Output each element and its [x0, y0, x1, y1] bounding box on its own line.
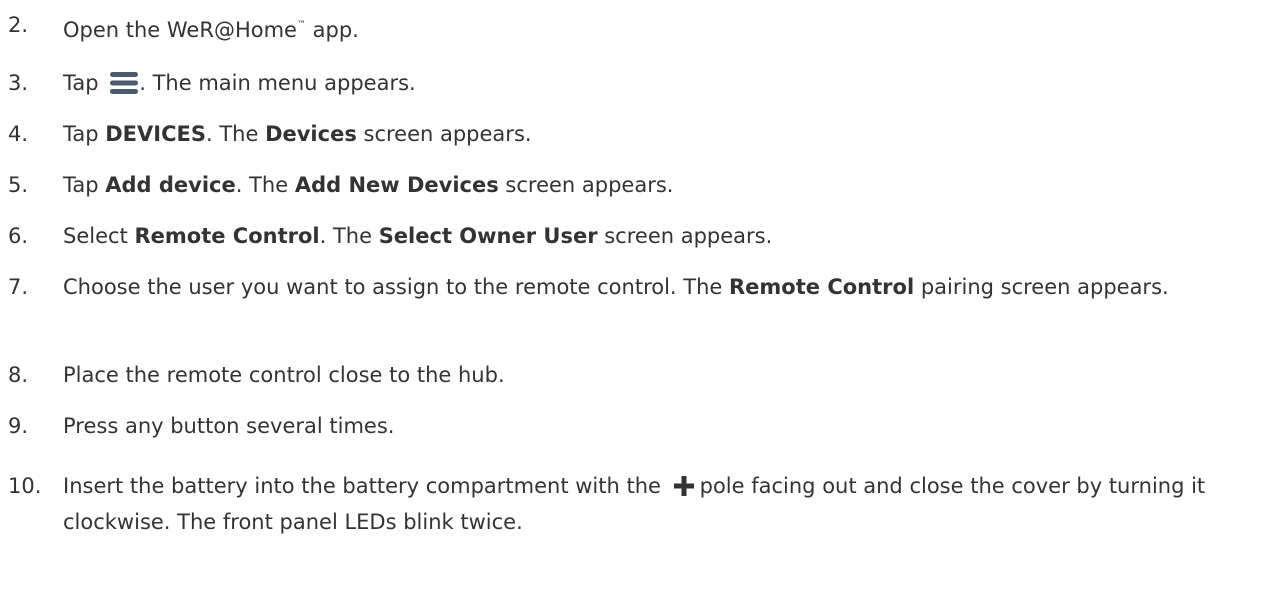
step-number: 6. [8, 224, 29, 248]
step-text: Tap Add device. The Add New Devices scre… [63, 173, 674, 197]
step-text: Press any button several times. [63, 414, 395, 438]
trademark-symbol: ™ [296, 20, 306, 30]
step-text: Open the WeR@Home™ app. [63, 18, 359, 42]
step-text: Choose the user you want to assign to th… [63, 275, 1169, 299]
step-number: 5. [8, 173, 29, 197]
step-number: 7. [8, 275, 29, 299]
hamburger-menu-icon [110, 72, 139, 94]
step-text: Select Remote Control. The Select Owner … [63, 224, 773, 248]
step-number: 2. [8, 13, 29, 37]
step-number: 10. [8, 474, 42, 498]
step-number: 3. [8, 71, 29, 95]
step-number: 8. [8, 363, 29, 387]
step-text: Tap DEVICES. The Devices screen appears. [63, 122, 532, 146]
step-text: Tap . The main menu appears. [63, 71, 416, 95]
step-text: Insert the battery into the battery comp… [63, 474, 1206, 534]
instruction-steps: 2. Open the WeR@Home™ app. 3. Tap . The … [0, 0, 1281, 594]
step-text: Place the remote control close to the hu… [63, 363, 505, 387]
step-number: 9. [8, 414, 29, 438]
step-number: 4. [8, 122, 29, 146]
plus-icon [673, 476, 694, 496]
